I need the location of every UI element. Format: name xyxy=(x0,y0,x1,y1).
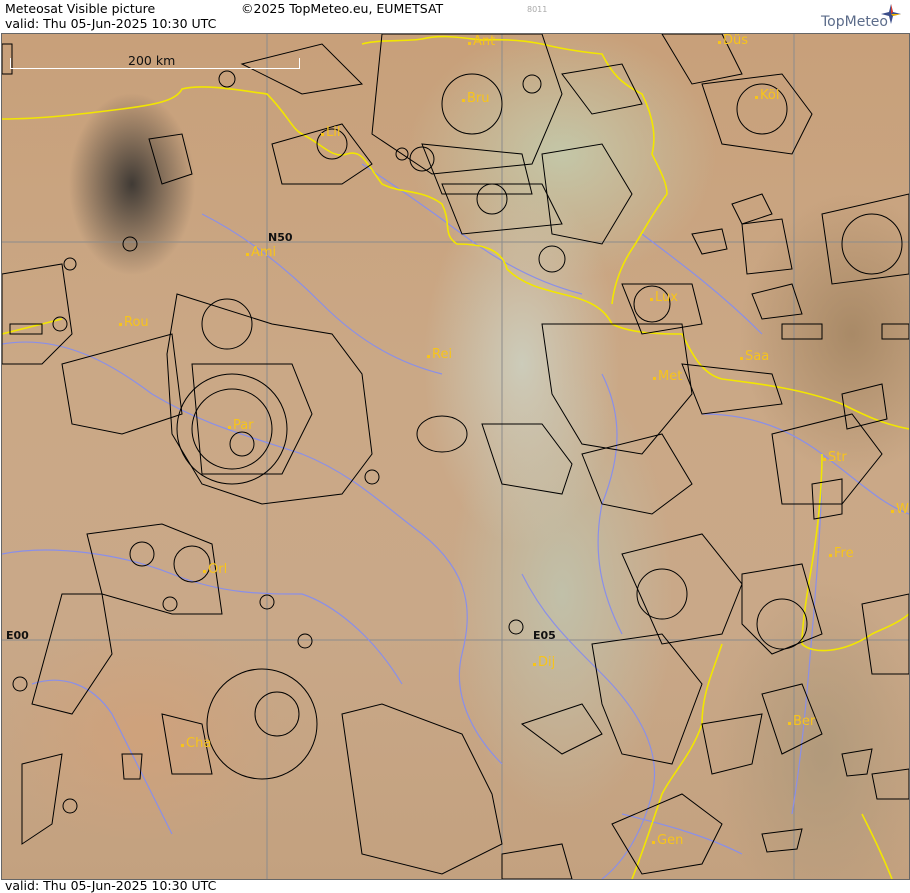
topmeteo-logo-icon xyxy=(881,4,901,24)
image-stamp: 8011 xyxy=(527,5,548,14)
page: Meteosat Visible picture valid: Thu 05-J… xyxy=(0,0,910,893)
country-borders xyxy=(2,35,909,879)
city-rou[interactable]: Rou xyxy=(119,316,149,329)
valid-time-top: valid: Thu 05-Jun-2025 10:30 UTC xyxy=(5,16,217,31)
valid-time-bottom: valid: Thu 05-Jun-2025 10:30 UTC xyxy=(5,878,217,893)
satellite-map[interactable]: 200 km N50 E00 E05 Ant Düs Bru Köl Lil A… xyxy=(1,33,910,880)
chart-title: Meteosat Visible picture xyxy=(5,1,156,16)
map-overlay xyxy=(2,34,909,879)
grid-label-e00: E00 xyxy=(6,629,29,642)
city-bru[interactable]: Bru xyxy=(462,92,490,105)
topmeteo-logo-text: TopMeteo xyxy=(821,14,888,30)
city-orl[interactable]: Orl xyxy=(203,563,227,576)
city-ami[interactable]: Ami xyxy=(246,246,276,259)
grid-label-n50: N50 xyxy=(268,231,293,244)
city-met[interactable]: Met xyxy=(653,370,682,383)
city-kol[interactable]: Köl xyxy=(755,89,779,102)
city-lux[interactable]: Lux xyxy=(650,291,678,304)
grid-label-e05: E05 xyxy=(533,629,556,642)
city-ant[interactable]: Ant xyxy=(468,35,495,48)
city-str[interactable]: Str xyxy=(823,451,847,464)
city-lil[interactable]: Lil xyxy=(321,126,340,139)
copyright: ©2025 TopMeteo.eu, EUMETSAT xyxy=(241,1,444,16)
city-ber[interactable]: Ber xyxy=(788,715,815,728)
city-cha[interactable]: Cha xyxy=(181,737,211,750)
city-fre[interactable]: Fre xyxy=(829,547,854,560)
scale-label: 200 km xyxy=(128,53,176,68)
airspace-boundaries xyxy=(2,34,909,879)
city-par[interactable]: Par xyxy=(228,419,254,432)
city-gen[interactable]: Gen xyxy=(652,834,683,847)
city-dus[interactable]: Düs xyxy=(718,34,748,47)
city-dij[interactable]: Dij xyxy=(533,656,555,669)
city-w[interactable]: W xyxy=(891,503,909,516)
graticule xyxy=(2,34,909,879)
city-saa[interactable]: Saa xyxy=(740,350,769,363)
city-rei[interactable]: Rei xyxy=(427,348,452,361)
